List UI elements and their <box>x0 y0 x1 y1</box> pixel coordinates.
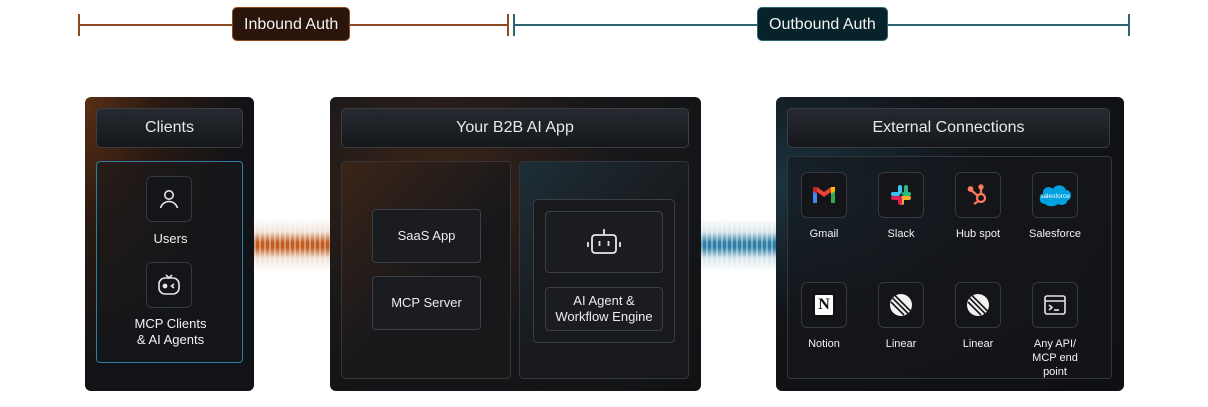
salesforce-label: Salesforce <box>1029 228 1081 240</box>
hubspot-icon <box>955 172 1001 218</box>
b2b-ai-app-panel: Your B2B AI App SaaS App MCP Server AI A… <box>330 97 701 391</box>
agent-label-line1: AI Agent & <box>573 293 635 308</box>
mcp-server-box: MCP Server <box>372 276 481 330</box>
robot-icon <box>545 211 663 273</box>
any-api-label-line2: MCP end <box>1032 352 1078 364</box>
clients-panel: Clients Users MCP Clients & AI Agents <box>85 97 254 391</box>
clients-list: Users MCP Clients & AI Agents <box>96 161 243 363</box>
outbound-range-end-cap <box>1128 14 1130 36</box>
notion-label: Notion <box>808 338 840 350</box>
agent-engine-frame: AI Agent & Workflow Engine <box>533 199 675 343</box>
saas-app-box: SaaS App <box>372 209 481 263</box>
connections-grid: Gmail Slack Hub spot salesforce Salesfor… <box>787 156 1112 379</box>
external-panel-title: External Connections <box>787 108 1110 148</box>
notion-icon: N <box>801 282 847 328</box>
linear-icon <box>878 282 924 328</box>
app-panel-title: Your B2B AI App <box>341 108 689 148</box>
notion-logo-text: N <box>813 293 835 317</box>
inbound-range-end-cap <box>507 14 509 36</box>
ai-agent-workflow-engine-box: AI Agent & Workflow Engine <box>545 287 663 331</box>
mcp-clients-label-line1: MCP Clients <box>134 316 207 331</box>
salesforce-icon: salesforce <box>1032 172 1078 218</box>
any-api-label-line3: point <box>1043 366 1067 378</box>
agent-engine-group: AI Agent & Workflow Engine <box>519 161 689 379</box>
hubspot-label: Hub spot <box>955 228 1001 240</box>
outbound-auth-label: Outbound Auth <box>757 7 888 41</box>
ai-agent-icon <box>146 262 192 308</box>
outbound-flow-connector <box>701 219 776 271</box>
linear-icon <box>955 282 1001 328</box>
external-connections-panel: External Connections Gmail Slack Hub spo… <box>776 97 1124 391</box>
inbound-flow-connector <box>254 219 330 271</box>
inbound-auth-label: Inbound Auth <box>232 7 351 41</box>
agent-label-line2: Workflow Engine <box>555 309 653 324</box>
clients-panel-title: Clients <box>96 108 243 148</box>
linear-label: Linear <box>962 338 994 350</box>
any-api-label-line1: Any API/ <box>1033 338 1077 350</box>
app-services-group: SaaS App MCP Server <box>341 161 511 379</box>
gmail-label: Gmail <box>809 228 839 240</box>
gmail-icon <box>801 172 847 218</box>
slack-icon <box>878 172 924 218</box>
users-label: Users <box>153 231 188 246</box>
salesforce-logo-text: salesforce <box>1040 193 1070 200</box>
slack-label: Slack <box>887 228 915 240</box>
terminal-icon <box>1032 282 1078 328</box>
linear-label: Linear <box>885 338 917 350</box>
user-icon <box>146 176 192 222</box>
mcp-clients-label-line2: & AI Agents <box>136 332 205 347</box>
